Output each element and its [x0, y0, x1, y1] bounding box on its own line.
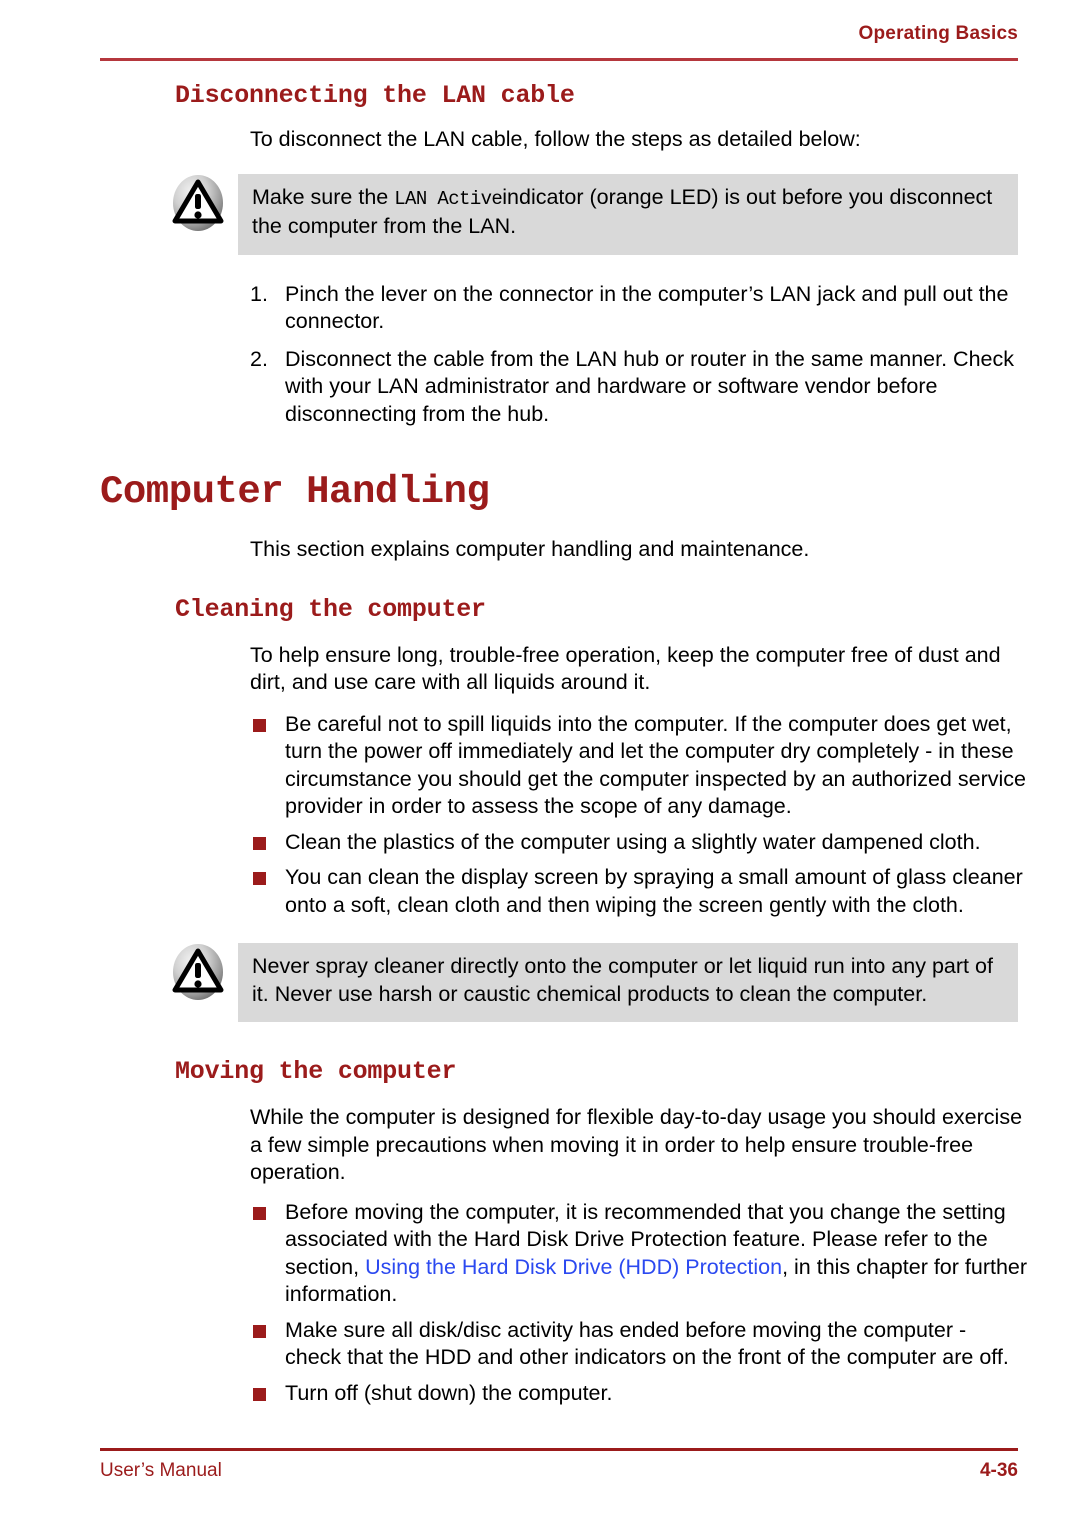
caution-text-container: Make sure the LAN Activeindicator (orang…	[238, 173, 1018, 255]
list-item-marker: 1.	[250, 281, 268, 306]
bullet-square-icon	[253, 836, 266, 850]
list-item: Clean the plastics of the computer using…	[0, 829, 1080, 857]
cleaning-bullet-list: Be careful not to spill liquids into the…	[0, 711, 1080, 920]
link-hdd-protection[interactable]: Using the Hard Disk Drive (HDD) Protecti…	[365, 1255, 782, 1279]
list-item: Before moving the computer, it is recomm…	[0, 1199, 1080, 1309]
moving-bullet-list: Before moving the computer, it is recomm…	[0, 1199, 1080, 1408]
caution-text-lan-active: Make sure the LAN Activeindicator (orang…	[252, 184, 1004, 241]
bullet-square-icon	[253, 1324, 266, 1338]
header-title: Operating Basics	[858, 23, 1018, 44]
bullet-square-icon	[253, 1206, 266, 1220]
paragraph-computer-handling-intro: This section explains computer handling …	[250, 537, 810, 561]
bullet-square-icon	[253, 1387, 266, 1401]
list-item-text: Pinch the lever on the connector in the …	[285, 281, 1009, 334]
heading-computer-handling: Computer Handling	[100, 470, 490, 514]
warning-triangle-icon	[170, 943, 226, 1001]
caution-box-cleaner-spray: Never spray cleaner directly onto the co…	[0, 943, 1080, 1022]
paragraph-moving-intro: While the computer is designed for flexi…	[250, 1105, 1023, 1184]
paragraph-disconnect-intro: To disconnect the LAN cable, follow the …	[250, 127, 861, 151]
bullet-square-icon	[253, 872, 266, 885]
caution-mono-lan-active: LAN Active	[394, 187, 503, 210]
numbered-steps-list: 1. Pinch the lever on the connector in t…	[0, 281, 1080, 429]
heading-moving-the-computer: Moving the computer	[175, 1057, 457, 1086]
paragraph-cleaning-intro: To help ensure long, trouble-free operat…	[250, 642, 1001, 695]
caution-text-cleaner-spray: Never spray cleaner directly onto the co…	[252, 954, 993, 1006]
caution-text-before: Make sure the	[252, 184, 395, 209]
page-content: Disconnecting the LAN cable To disconnec…	[0, 80, 1080, 1407]
list-item: 2. Disconnect the cable from the LAN hub…	[0, 346, 1080, 429]
caution-text-container: Never spray cleaner directly onto the co…	[238, 943, 1018, 1022]
list-item-text: Make sure all disk/disc activity has end…	[285, 1317, 1009, 1370]
list-item: Make sure all disk/disc activity has end…	[0, 1317, 1080, 1372]
list-item: 1. Pinch the lever on the connector in t…	[0, 281, 1080, 336]
list-item-text: Be careful not to spill liquids into the…	[285, 711, 1026, 819]
page-header: Operating Basics	[100, 22, 1018, 64]
list-item: Turn off (shut down) the computer.	[0, 1380, 1080, 1408]
footer-page-number: 4-36	[979, 1460, 1018, 1481]
heading-cleaning-the-computer: Cleaning the computer	[175, 594, 486, 624]
list-item: You can clean the display screen by spra…	[0, 864, 1080, 919]
list-item-text: Clean the plastics of the computer using…	[285, 829, 981, 854]
list-item: Be careful not to spill liquids into the…	[0, 711, 1080, 821]
heading-disconnecting-lan-cable: Disconnecting the LAN cable	[175, 81, 575, 110]
bullet-square-icon	[253, 718, 266, 732]
list-item-text: Disconnect the cable from the LAN hub or…	[285, 346, 1014, 426]
footer-document-title: User’s Manual	[100, 1460, 222, 1481]
footer-divider	[100, 1448, 1018, 1451]
list-item-text: Turn off (shut down) the computer.	[285, 1380, 613, 1405]
header-divider	[100, 58, 1018, 61]
warning-triangle-icon	[170, 174, 226, 232]
list-item-marker: 2.	[250, 346, 268, 371]
caution-box-lan-active: Make sure the LAN Activeindicator (orang…	[0, 173, 1080, 255]
list-item-text: You can clean the display screen by spra…	[285, 865, 1023, 917]
manual-page: Operating Basics Disconnecting the LAN c…	[0, 0, 1080, 1529]
page-footer: User’s Manual 4-36	[100, 1448, 1018, 1498]
